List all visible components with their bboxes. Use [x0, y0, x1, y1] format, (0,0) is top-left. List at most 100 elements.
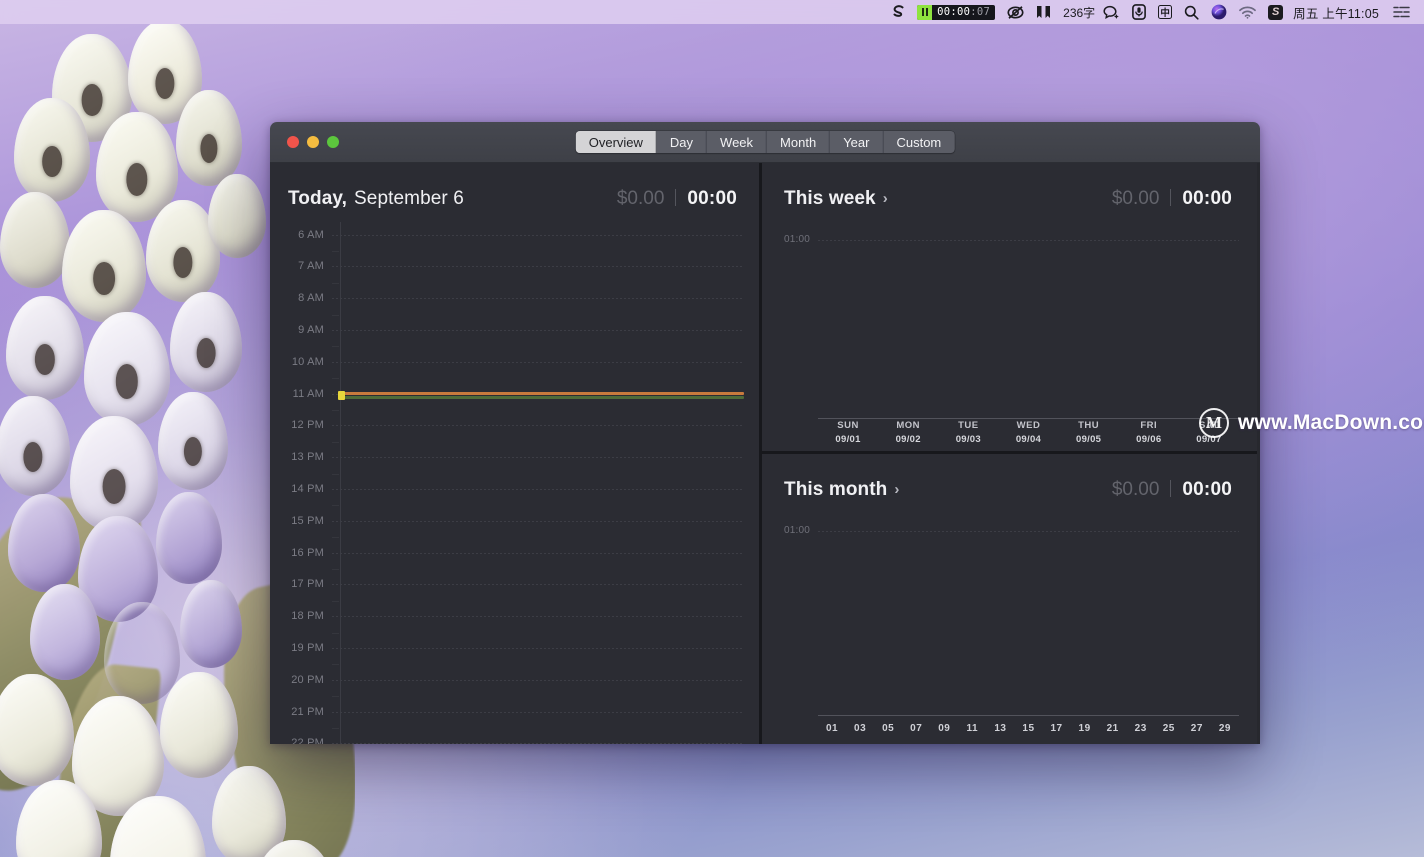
- month-stats: $0.00 00:00: [1112, 478, 1232, 501]
- speech-bubble-icon[interactable]: [1097, 0, 1126, 24]
- month-x-label: 05: [882, 722, 895, 734]
- month-x-label: 01: [825, 722, 839, 734]
- week-x-axis: SUN 09/01 MON 09/02 TUE 09/03 WED 09/04 THU 09/05…: [818, 419, 1239, 447]
- tab-month[interactable]: Month: [767, 131, 831, 153]
- month-x-label: 21: [1106, 722, 1119, 734]
- minimize-button[interactable]: [307, 136, 319, 148]
- timeline-minor-tick: [332, 314, 339, 316]
- month-bar-chart[interactable]: 01:00 01 03 05 07 09 11 13 15 17 19 21 23 25 27 29: [784, 509, 1239, 744]
- week-bar-chart[interactable]: 01:00 SUN 09/01 MON 09/02 TUE 09/03 WED 09/04 TH…: [784, 218, 1239, 451]
- timeline-event-bar-green[interactable]: [341, 396, 744, 399]
- month-x-label: 29: [1218, 722, 1231, 734]
- today-title-date: September 6: [354, 188, 464, 209]
- tab-week[interactable]: Week: [707, 131, 768, 153]
- sogou-input-icon[interactable]: S: [1262, 0, 1289, 24]
- timeline-hour-label: 21 PM: [291, 705, 324, 718]
- this-week-panel: This week › $0.00 00:00 01:00 SUN 09/01 …: [762, 163, 1257, 454]
- month-x-label: 09: [938, 722, 951, 734]
- month-x-label: 07: [910, 722, 923, 734]
- chevron-right-icon[interactable]: ›: [894, 482, 899, 497]
- chevron-right-icon[interactable]: ›: [883, 191, 888, 206]
- month-x-label: 25: [1162, 722, 1175, 734]
- timeline-gridline: [332, 520, 744, 522]
- tab-custom[interactable]: Custom: [883, 131, 954, 153]
- input-source-label: 中: [1158, 5, 1173, 19]
- creative-cloud-icon[interactable]: [1001, 0, 1030, 24]
- search-icon[interactable]: [1178, 0, 1205, 24]
- timeline-event-bar-orange[interactable]: [341, 392, 744, 395]
- week-date: 09/04: [1015, 434, 1042, 446]
- menubar-clock[interactable]: 周五 上午11:05: [1289, 0, 1387, 24]
- month-gridline: [818, 530, 1239, 532]
- macos-menu-bar: 00:00:07 236字 中 S 周五 上午11:05: [0, 0, 1424, 24]
- timeline-hour-label: 6 AM: [298, 228, 324, 241]
- timeline-event-marker[interactable]: [338, 391, 345, 400]
- view-mode-tabs: Overview Day Week Month Year Custom: [575, 131, 955, 153]
- this-month-panel: This month › $0.00 00:00 01:00 01 03 05 …: [762, 454, 1257, 744]
- tab-year[interactable]: Year: [830, 131, 884, 153]
- window-titlebar[interactable]: Overview Day Week Month Year Custom: [270, 122, 1260, 163]
- timeline-hour-label: 12 PM: [291, 419, 324, 432]
- today-duration: 00:00: [687, 188, 737, 209]
- timeline-hour-label: 13 PM: [291, 451, 324, 464]
- week-date: 09/02: [895, 434, 921, 446]
- timeline-minor-tick: [332, 282, 339, 284]
- input-source-icon[interactable]: 中: [1152, 0, 1178, 24]
- wifi-icon[interactable]: [1233, 0, 1262, 24]
- timeline-minor-tick: [332, 409, 339, 411]
- siri-icon[interactable]: [1205, 0, 1233, 24]
- timeline-minor-tick: [332, 346, 339, 348]
- week-dow: SUN: [837, 420, 859, 432]
- timeline-axis: [340, 222, 341, 744]
- timeline-minor-tick: [332, 727, 339, 729]
- week-gridline: [818, 239, 1239, 241]
- week-x-label: WED 09/04: [998, 419, 1058, 447]
- tab-overview[interactable]: Overview: [575, 131, 657, 153]
- zoom-button[interactable]: [327, 136, 339, 148]
- timeline-hour-label: 15 PM: [291, 514, 324, 527]
- week-title[interactable]: This week ›: [784, 188, 888, 210]
- timeline-hour-label: 9 AM: [298, 323, 324, 336]
- timer-value: 00:00: [937, 6, 971, 18]
- month-x-label: 17: [1050, 722, 1063, 734]
- timer-pill[interactable]: 00:00:07: [911, 0, 1001, 24]
- month-title-text: This month: [784, 479, 888, 500]
- microphone-icon[interactable]: [1126, 0, 1152, 24]
- timeline-minor-tick: [332, 250, 339, 252]
- timer-seconds: :07: [970, 6, 991, 18]
- week-gridline-label: 01:00: [784, 234, 811, 245]
- month-gridline-label: 01:00: [784, 525, 811, 536]
- month-x-label: 13: [994, 722, 1007, 734]
- timeline-gridline: [332, 679, 744, 681]
- week-dow: MON: [896, 420, 921, 432]
- timeline-gridline: [332, 457, 744, 459]
- timing-app-window: Overview Day Week Month Year Custom Toda…: [270, 122, 1260, 744]
- timeline-hour-label: 10 AM: [291, 355, 324, 368]
- today-timeline-chart[interactable]: 6 AM 7 AM 8 AM 9 AM 10 AM 11 AM 12 PM 13 PM 14 P…: [288, 222, 744, 744]
- week-dow: WED: [1016, 420, 1041, 432]
- timeline-gridline: [332, 743, 744, 744]
- word-count[interactable]: 236字: [1057, 0, 1097, 24]
- week-date: 09/06: [1136, 434, 1162, 446]
- week-x-label: MON 09/02: [878, 419, 938, 447]
- stat-divider: [1170, 480, 1172, 497]
- week-dow: SAT: [1199, 420, 1219, 432]
- pause-icon[interactable]: [917, 4, 933, 20]
- timeline-minor-tick: [332, 568, 339, 570]
- timeline-minor-tick: [332, 537, 339, 539]
- timeline-gridline: [332, 329, 744, 331]
- tab-day[interactable]: Day: [657, 131, 708, 153]
- bartender-icon[interactable]: [1030, 0, 1057, 24]
- week-date: 09/05: [1075, 434, 1102, 446]
- month-x-label: 15: [1022, 722, 1035, 734]
- month-title[interactable]: This month ›: [784, 479, 900, 501]
- timeline-hour-label: 8 AM: [298, 292, 324, 305]
- timeline-hour-label: 7 AM: [298, 260, 324, 273]
- today-title: Today, September 6: [288, 188, 464, 210]
- timeline-hour-label: 20 PM: [291, 673, 324, 686]
- traffic-lights: [270, 136, 339, 148]
- close-button[interactable]: [287, 136, 299, 148]
- control-center-icon[interactable]: [1387, 0, 1416, 24]
- sogou-s-icon[interactable]: [886, 0, 911, 24]
- timeline-minor-tick: [332, 441, 339, 443]
